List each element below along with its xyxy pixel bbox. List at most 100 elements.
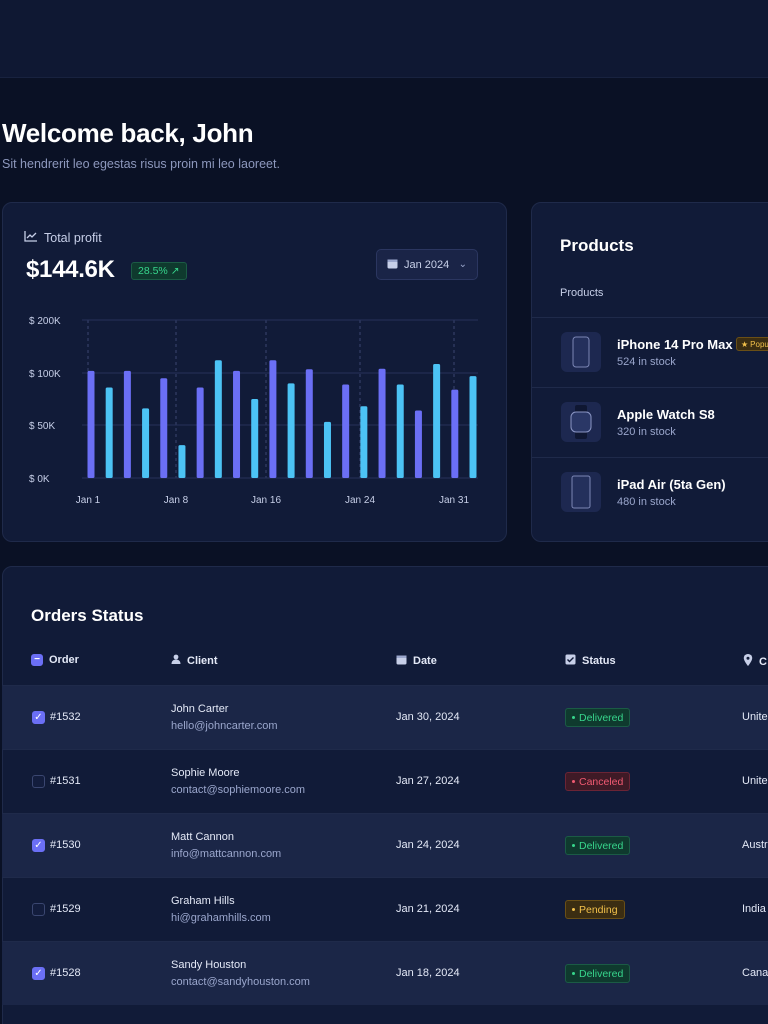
row-checkbox[interactable]: ✓: [32, 967, 45, 980]
client-name: Sandy Houston: [171, 959, 247, 971]
status-dot: [572, 780, 575, 783]
product-name: Apple Watch S8: [617, 407, 715, 422]
product-name: iPhone 14 Pro Max: [617, 337, 733, 352]
row-checkbox[interactable]: ✓: [32, 711, 45, 724]
x-tick-label: Jan 1: [76, 495, 101, 506]
chart-bar[interactable]: [414, 410, 422, 478]
column-header-status-label: Status: [582, 655, 616, 667]
client-email[interactable]: contact@sophiemoore.com: [171, 784, 305, 796]
order-row[interactable]: ✓ #1528 Sandy Houston contact@sandyhouston.…: [2, 941, 768, 1005]
order-row[interactable]: ✓ #1532 John Carter hello@johncarter.com Jan…: [2, 685, 768, 749]
chart-bar[interactable]: [451, 389, 459, 478]
chart-bar[interactable]: [342, 384, 350, 478]
total-profit-value: $144.6K: [26, 256, 115, 283]
trend-chart-icon: [24, 230, 38, 245]
chevron-down-icon: ⌄: [458, 259, 467, 270]
order-date: Jan 18, 2024: [396, 967, 460, 979]
order-id: #1532: [50, 711, 81, 723]
order-date: Jan 24, 2024: [396, 839, 460, 851]
popular-badge: ★ Popular: [736, 337, 768, 351]
order-row[interactable]: #1531 Sophie Moore contact@sophiemoore.com…: [2, 749, 768, 813]
status-dot: [572, 844, 575, 847]
chart-bar[interactable]: [323, 421, 331, 478]
products-title: Products: [560, 236, 634, 255]
top-bar: [0, 0, 768, 78]
client-name: Graham Hills: [171, 895, 235, 907]
order-row[interactable]: #1529 Graham Hills hi@grahamhills.com Jan 2…: [2, 877, 768, 941]
chart-bar[interactable]: [305, 369, 313, 478]
status-label: Pending: [579, 903, 618, 916]
column-header-status[interactable]: Status: [565, 654, 616, 668]
page-subtitle: Sit hendrerit leo egestas risus proin mi…: [2, 157, 280, 171]
product-stock: 320 in stock: [617, 426, 676, 438]
watch-icon: [561, 402, 601, 442]
total-profit-label-group: Total profit: [24, 230, 102, 245]
popular-badge-label: Popular: [750, 339, 768, 349]
column-header-order-label: Order: [49, 654, 79, 666]
check-square-icon: [565, 654, 576, 668]
product-row[interactable]: iPad Air (5ta Gen) 480 in stock: [531, 457, 768, 527]
chart-bar[interactable]: [214, 360, 222, 478]
row-checkbox[interactable]: [32, 775, 45, 788]
chart-bar[interactable]: [123, 370, 131, 478]
chart-bar[interactable]: [287, 383, 295, 478]
status-label: Canceled: [579, 775, 624, 788]
calendar-icon: [396, 654, 407, 668]
chart-bar[interactable]: [396, 384, 404, 478]
column-header-country-label: C: [759, 655, 767, 668]
status-badge: Delivered: [565, 964, 631, 983]
status-badge: Delivered: [565, 836, 631, 855]
location-pin-icon: [743, 654, 753, 669]
client-name: Matt Cannon: [171, 831, 234, 843]
order-row[interactable]: ✓ #1530 Matt Cannon info@mattcannon.com Jan …: [2, 813, 768, 877]
y-tick-label: $ 0K: [29, 474, 50, 485]
products-subtitle: Products: [560, 287, 604, 299]
status-dot: [572, 908, 575, 911]
chart-bar[interactable]: [142, 408, 150, 478]
chart-bar[interactable]: [105, 387, 113, 478]
chart-bar[interactable]: [196, 387, 204, 478]
chart-bar[interactable]: [87, 370, 95, 478]
client-email[interactable]: info@mattcannon.com: [171, 848, 281, 860]
arrow-up-right-icon: ↗: [170, 265, 180, 277]
product-row[interactable]: iPhone 14 Pro Max 524 in stock ★ Popular: [531, 317, 768, 387]
x-tick-label: Jan 24: [345, 495, 375, 506]
chart-bar[interactable]: [178, 445, 186, 478]
status-label: Delivered: [579, 967, 624, 980]
column-header-country[interactable]: C: [743, 654, 767, 669]
client-name: John Carter: [171, 703, 229, 715]
orders-title: Orders Status: [31, 606, 144, 625]
chart-bar[interactable]: [160, 378, 168, 478]
row-checkbox[interactable]: ✓: [32, 839, 45, 852]
status-badge: Delivered: [565, 708, 631, 727]
chart-bar[interactable]: [378, 368, 386, 478]
select-all-checkbox[interactable]: −: [31, 654, 43, 666]
tablet-icon: [561, 472, 601, 512]
chart-bar[interactable]: [360, 406, 368, 478]
order-country: Unite: [742, 711, 768, 723]
column-header-date-label: Date: [413, 655, 437, 667]
star-icon: ★: [741, 339, 749, 349]
chart-bar[interactable]: [233, 370, 241, 478]
chart-bar[interactable]: [251, 399, 259, 478]
status-label: Delivered: [579, 839, 624, 852]
date-filter-select[interactable]: Jan 2024 ⌄: [376, 249, 478, 280]
row-checkbox[interactable]: [32, 903, 45, 916]
column-header-date[interactable]: Date: [396, 654, 437, 668]
chart-bar[interactable]: [433, 363, 441, 478]
chart-bar[interactable]: [269, 360, 277, 478]
y-tick-label: $ 100K: [29, 369, 61, 380]
y-tick-label: $ 50K: [29, 421, 55, 432]
product-row[interactable]: Apple Watch S8 320 in stock: [531, 387, 768, 457]
x-tick-label: Jan 31: [439, 495, 469, 506]
order-country: India: [742, 903, 766, 915]
column-header-order[interactable]: − Order: [31, 654, 79, 666]
client-email[interactable]: hello@johncarter.com: [171, 720, 278, 732]
profit-change-badge: 28.5% ↗: [131, 262, 187, 280]
chart-bar[interactable]: [469, 376, 477, 478]
order-country: Austr: [742, 839, 768, 851]
client-email[interactable]: hi@grahamhills.com: [171, 912, 271, 924]
client-email[interactable]: contact@sandyhouston.com: [171, 976, 310, 988]
column-header-client[interactable]: Client: [171, 654, 218, 667]
column-header-client-label: Client: [187, 654, 218, 667]
